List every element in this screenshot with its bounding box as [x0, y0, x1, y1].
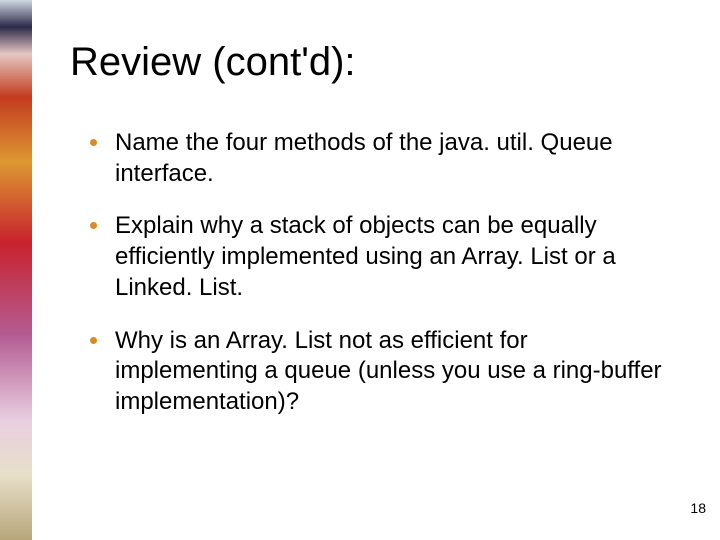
page-number: 18	[690, 500, 706, 516]
bullet-icon	[90, 139, 97, 146]
bullet-icon	[90, 337, 97, 344]
bullet-text: Why is an Array. List not as efficient f…	[115, 326, 670, 418]
slide: Review (cont'd): Name the four methods o…	[0, 0, 720, 540]
bullet-list: Name the four methods of the java. util.…	[90, 128, 670, 440]
slide-title: Review (cont'd):	[70, 40, 356, 85]
list-item: Explain why a stack of objects can be eq…	[90, 211, 670, 303]
list-item: Name the four methods of the java. util.…	[90, 128, 670, 189]
bullet-text: Explain why a stack of objects can be eq…	[115, 211, 670, 303]
decorative-left-strip	[0, 0, 32, 540]
list-item: Why is an Array. List not as efficient f…	[90, 326, 670, 418]
bullet-text: Name the four methods of the java. util.…	[115, 128, 670, 189]
bullet-icon	[90, 222, 97, 229]
